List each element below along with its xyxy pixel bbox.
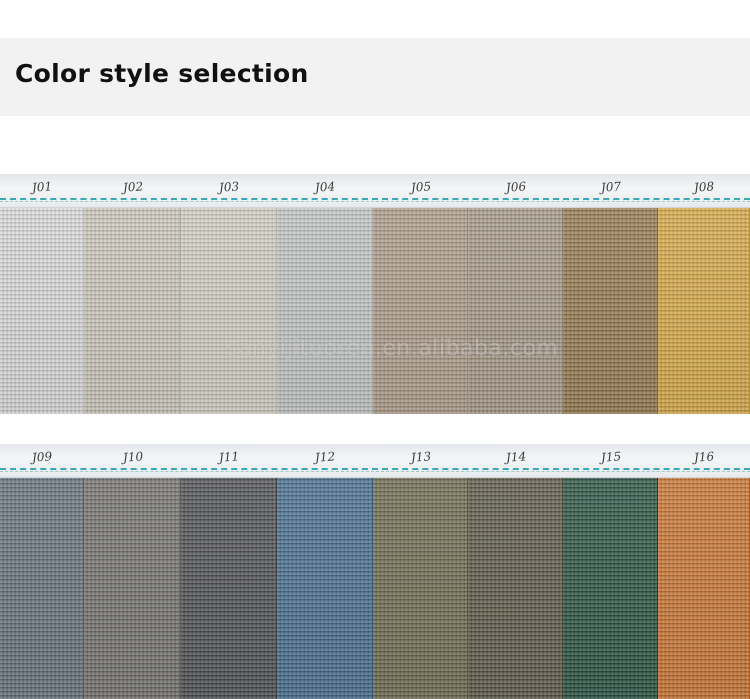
swatch-j13 — [373, 478, 468, 699]
swatch-code-label: J04 — [314, 179, 336, 195]
swatch-j04 — [277, 208, 373, 414]
swatch-j08 — [658, 208, 750, 414]
swatch-j07 — [563, 208, 658, 414]
swatch-code-label: J08 — [693, 179, 715, 195]
swatch-code-label: J15 — [600, 449, 622, 465]
swatch-list — [0, 478, 750, 699]
swatch-j05 — [373, 208, 468, 414]
swatch-j11 — [181, 478, 277, 699]
swatch-row-2: J09 J10 J11 J12 J13 J14 J15 J16 — [0, 444, 750, 699]
label-strip: J01 J02 J03 J04 J05 J06 J07 J08 — [0, 174, 750, 208]
swatch-code-label: J05 — [410, 179, 432, 195]
swatch-j06 — [468, 208, 563, 414]
swatch-code-label: J09 — [31, 449, 53, 465]
swatch-row-1: J01 J02 J03 J04 J05 J06 J07 J08 — [0, 174, 750, 414]
swatch-code-label: J13 — [410, 449, 432, 465]
swatch-code-label: J16 — [693, 449, 715, 465]
swatch-code-label: J02 — [122, 179, 144, 195]
swatch-code-label: J10 — [122, 449, 144, 465]
swatch-j14 — [468, 478, 563, 699]
swatch-j10 — [84, 478, 181, 699]
page-title: Color style selection — [15, 59, 309, 88]
swatch-j16 — [658, 478, 750, 699]
swatch-code-label: J14 — [505, 449, 527, 465]
swatch-j03 — [181, 208, 277, 414]
swatch-code-label: J11 — [218, 449, 240, 465]
swatch-j02 — [84, 208, 181, 414]
swatch-list — [0, 208, 750, 414]
swatch-code-label: J03 — [218, 179, 240, 195]
swatch-code-label: J07 — [600, 179, 622, 195]
swatch-j12 — [277, 478, 373, 699]
swatch-code-label: J06 — [505, 179, 527, 195]
swatch-j15 — [563, 478, 658, 699]
swatch-j09 — [0, 478, 84, 699]
swatch-code-label: J01 — [31, 179, 53, 195]
label-strip: J09 J10 J11 J12 J13 J14 J15 J16 — [0, 444, 750, 478]
swatch-j01 — [0, 208, 84, 414]
swatch-code-label: J12 — [314, 449, 336, 465]
